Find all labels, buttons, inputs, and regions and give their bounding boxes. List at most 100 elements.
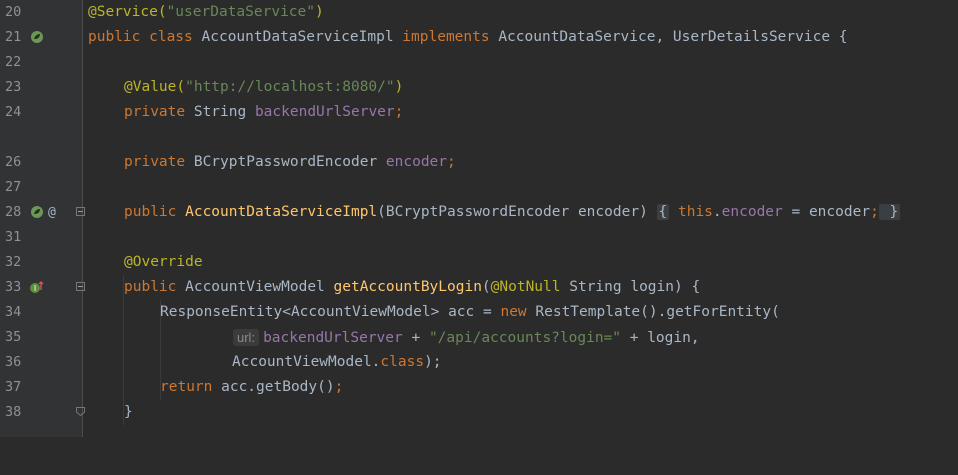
method-name: getAccountByLogin [333, 279, 482, 295]
code-text: RestTemplate().getForEntity( [535, 304, 780, 320]
keyword: private [124, 154, 194, 170]
keyword: private [124, 104, 194, 120]
field-name: encoder [385, 154, 448, 170]
line-number: 32 [5, 254, 22, 270]
code-text: String login) { [560, 279, 701, 295]
folded-brace-close[interactable]: } [878, 204, 901, 220]
line-number: 22 [5, 54, 22, 70]
gutter-line-26[interactable]: 26 [0, 150, 82, 175]
semicolon: ; [447, 154, 456, 170]
keyword: public class [88, 29, 202, 45]
code-text: ResponseEntity<AccountViewModel> acc = [160, 304, 501, 320]
code-line-23[interactable]: @Value("http://localhost:8080/") [83, 75, 403, 100]
gutter-line-36[interactable]: 36 [0, 350, 82, 375]
keyword: implements [402, 29, 499, 45]
parameters: (BCryptPasswordEncoder encoder) [377, 204, 657, 220]
class-name: AccountDataServiceImpl [201, 29, 403, 45]
line-number: 28 [5, 204, 22, 220]
string-literal: "userDataService" [166, 4, 315, 20]
line-number: 34 [5, 304, 22, 320]
gutter-line-34[interactable]: 34 [0, 300, 82, 325]
override-method-icon[interactable]: I [30, 280, 44, 294]
line-number: 27 [5, 179, 22, 195]
gutter-line-24[interactable]: 24 [0, 100, 82, 125]
keyword: public [124, 279, 186, 295]
operator: + [402, 330, 429, 346]
editor-gutter: 20 21 22 23 24 26 27 28 @ 31 32 33 I 34 … [0, 0, 85, 437]
closing-brace: } [124, 404, 133, 420]
code-line-33[interactable]: public AccountViewModel getAccountByLogi… [83, 275, 700, 300]
code-text: acc.getBody() [221, 379, 335, 395]
annotation: @NotNull [490, 279, 561, 295]
gutter-line-21[interactable]: 21 [0, 25, 82, 50]
code-line-35[interactable]: url: backendUrlServer + "/api/accounts?lo… [83, 325, 700, 350]
paren: ( [481, 279, 491, 295]
annotation-close: ) [394, 79, 404, 95]
code-line-24[interactable]: private String backendUrlServer; [83, 100, 403, 125]
line-number: 23 [5, 79, 22, 95]
gutter-line-27[interactable]: 27 [0, 175, 82, 200]
code-line-21[interactable]: public class AccountDataServiceImpl impl… [83, 25, 848, 50]
parameter-hint: url: [233, 329, 260, 346]
line-number: 20 [5, 4, 22, 20]
code-text: AccountDataService, UserDetailsService { [498, 29, 848, 45]
semicolon: ; [334, 379, 344, 395]
folded-brace-open[interactable]: { [656, 204, 670, 220]
type-name: BCryptPasswordEncoder [193, 154, 386, 170]
keyword: new [500, 304, 536, 320]
gutter-line-20[interactable]: 20 [0, 0, 82, 25]
gutter-line-35[interactable]: 35 [0, 325, 82, 350]
line-number: 24 [5, 104, 22, 120]
line-number: 35 [5, 329, 22, 345]
line-number: 26 [5, 154, 22, 170]
code-line-20[interactable]: @Service("userDataService") [83, 0, 324, 25]
string-literal: "http://localhost:8080/" [185, 79, 395, 95]
line-number: 21 [5, 29, 22, 45]
spring-bean-icon[interactable] [30, 205, 44, 219]
dot: . [712, 204, 722, 220]
line-number: 33 [5, 279, 22, 295]
gutter-line-32[interactable]: 32 [0, 250, 82, 275]
gutter-line-33[interactable]: 33 I [0, 275, 85, 300]
code-line-28[interactable]: public AccountDataServiceImpl(BCryptPass… [83, 200, 901, 225]
code-text: ); [424, 354, 442, 370]
line-number: 38 [5, 404, 22, 420]
code-editor[interactable]: @Service("userDataService") public class… [83, 0, 958, 437]
code-text: AccountViewModel. [232, 354, 381, 370]
code-line-32[interactable]: @Override [83, 250, 203, 275]
annotation: @Service( [88, 4, 167, 20]
string-literal: "/api/accounts?login=" [428, 330, 622, 346]
line-number: 36 [5, 354, 22, 370]
annotation-close: ) [314, 4, 324, 20]
code-line-26[interactable]: private BCryptPasswordEncoder encoder; [83, 150, 456, 175]
gutter-line-37[interactable]: 37 [0, 375, 82, 400]
line-number: 37 [5, 379, 22, 395]
annotation: @Value( [124, 79, 186, 95]
code-line-38[interactable]: } [83, 400, 133, 425]
code-line-37[interactable]: return acc.getBody(); [83, 375, 343, 400]
keyword: public [124, 204, 186, 220]
gutter-line-23[interactable]: 23 [0, 75, 82, 100]
code-text: = encoder [782, 204, 871, 220]
svg-text:I: I [34, 284, 36, 293]
gutter-line-38[interactable]: 38 [0, 400, 85, 425]
at-sign-icon[interactable]: @ [48, 200, 56, 225]
type-name: String [193, 104, 255, 120]
keyword: return [160, 379, 222, 395]
gutter-line-28[interactable]: 28 @ [0, 200, 85, 225]
gutter-line-31[interactable]: 31 [0, 225, 82, 250]
spring-bean-icon[interactable] [30, 30, 44, 44]
keyword: class [380, 354, 425, 370]
semicolon: ; [394, 104, 404, 120]
method-name: AccountDataServiceImpl [185, 204, 378, 220]
code-line-34[interactable]: ResponseEntity<AccountViewModel> acc = n… [83, 300, 780, 325]
field-name: backendUrlServer [254, 104, 395, 120]
field-name: backendUrlServer [263, 330, 403, 346]
line-number: 31 [5, 229, 22, 245]
code-text: + login, [621, 330, 700, 346]
semicolon: ; [870, 204, 879, 220]
field-name: encoder [721, 204, 783, 220]
gutter-line-22[interactable]: 22 [0, 50, 82, 75]
annotation: @Override [124, 254, 203, 270]
code-line-36[interactable]: AccountViewModel.class); [83, 350, 442, 375]
